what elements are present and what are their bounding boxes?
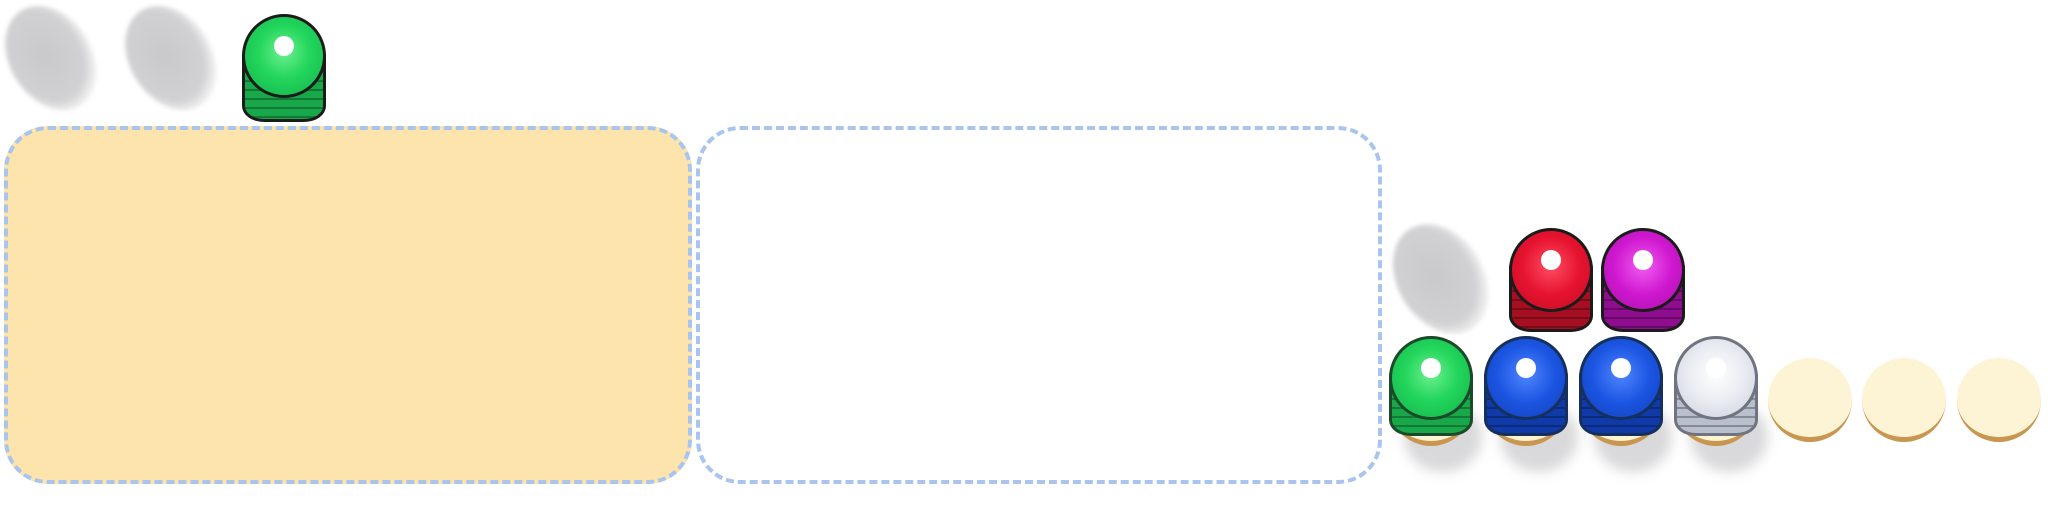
spool-hole — [1633, 250, 1653, 270]
spool-green[interactable] — [1389, 336, 1473, 436]
ghost-slot — [106, 0, 236, 128]
spool-white[interactable] — [1674, 336, 1758, 436]
tray-slot-5[interactable] — [1768, 358, 1852, 442]
spool-blue[interactable] — [1579, 336, 1663, 436]
spool-hole — [1541, 250, 1561, 270]
ghost-slot — [1373, 206, 1509, 352]
spool-blue[interactable] — [1484, 336, 1568, 436]
spool-hole — [1611, 358, 1631, 378]
right-board[interactable] — [696, 126, 1382, 484]
spool-hole — [1706, 358, 1726, 378]
spool-hole — [1516, 358, 1536, 378]
spool-green-top[interactable] — [242, 14, 326, 122]
spool-magenta[interactable] — [1601, 228, 1685, 332]
left-board[interactable] — [4, 126, 692, 484]
tray-slot-6[interactable] — [1862, 358, 1946, 442]
ghost-slot — [0, 0, 116, 128]
spool-red[interactable] — [1509, 228, 1593, 332]
tray-slot-7[interactable] — [1957, 358, 2041, 442]
spool-hole — [274, 36, 294, 56]
spool-hole — [1421, 358, 1441, 378]
